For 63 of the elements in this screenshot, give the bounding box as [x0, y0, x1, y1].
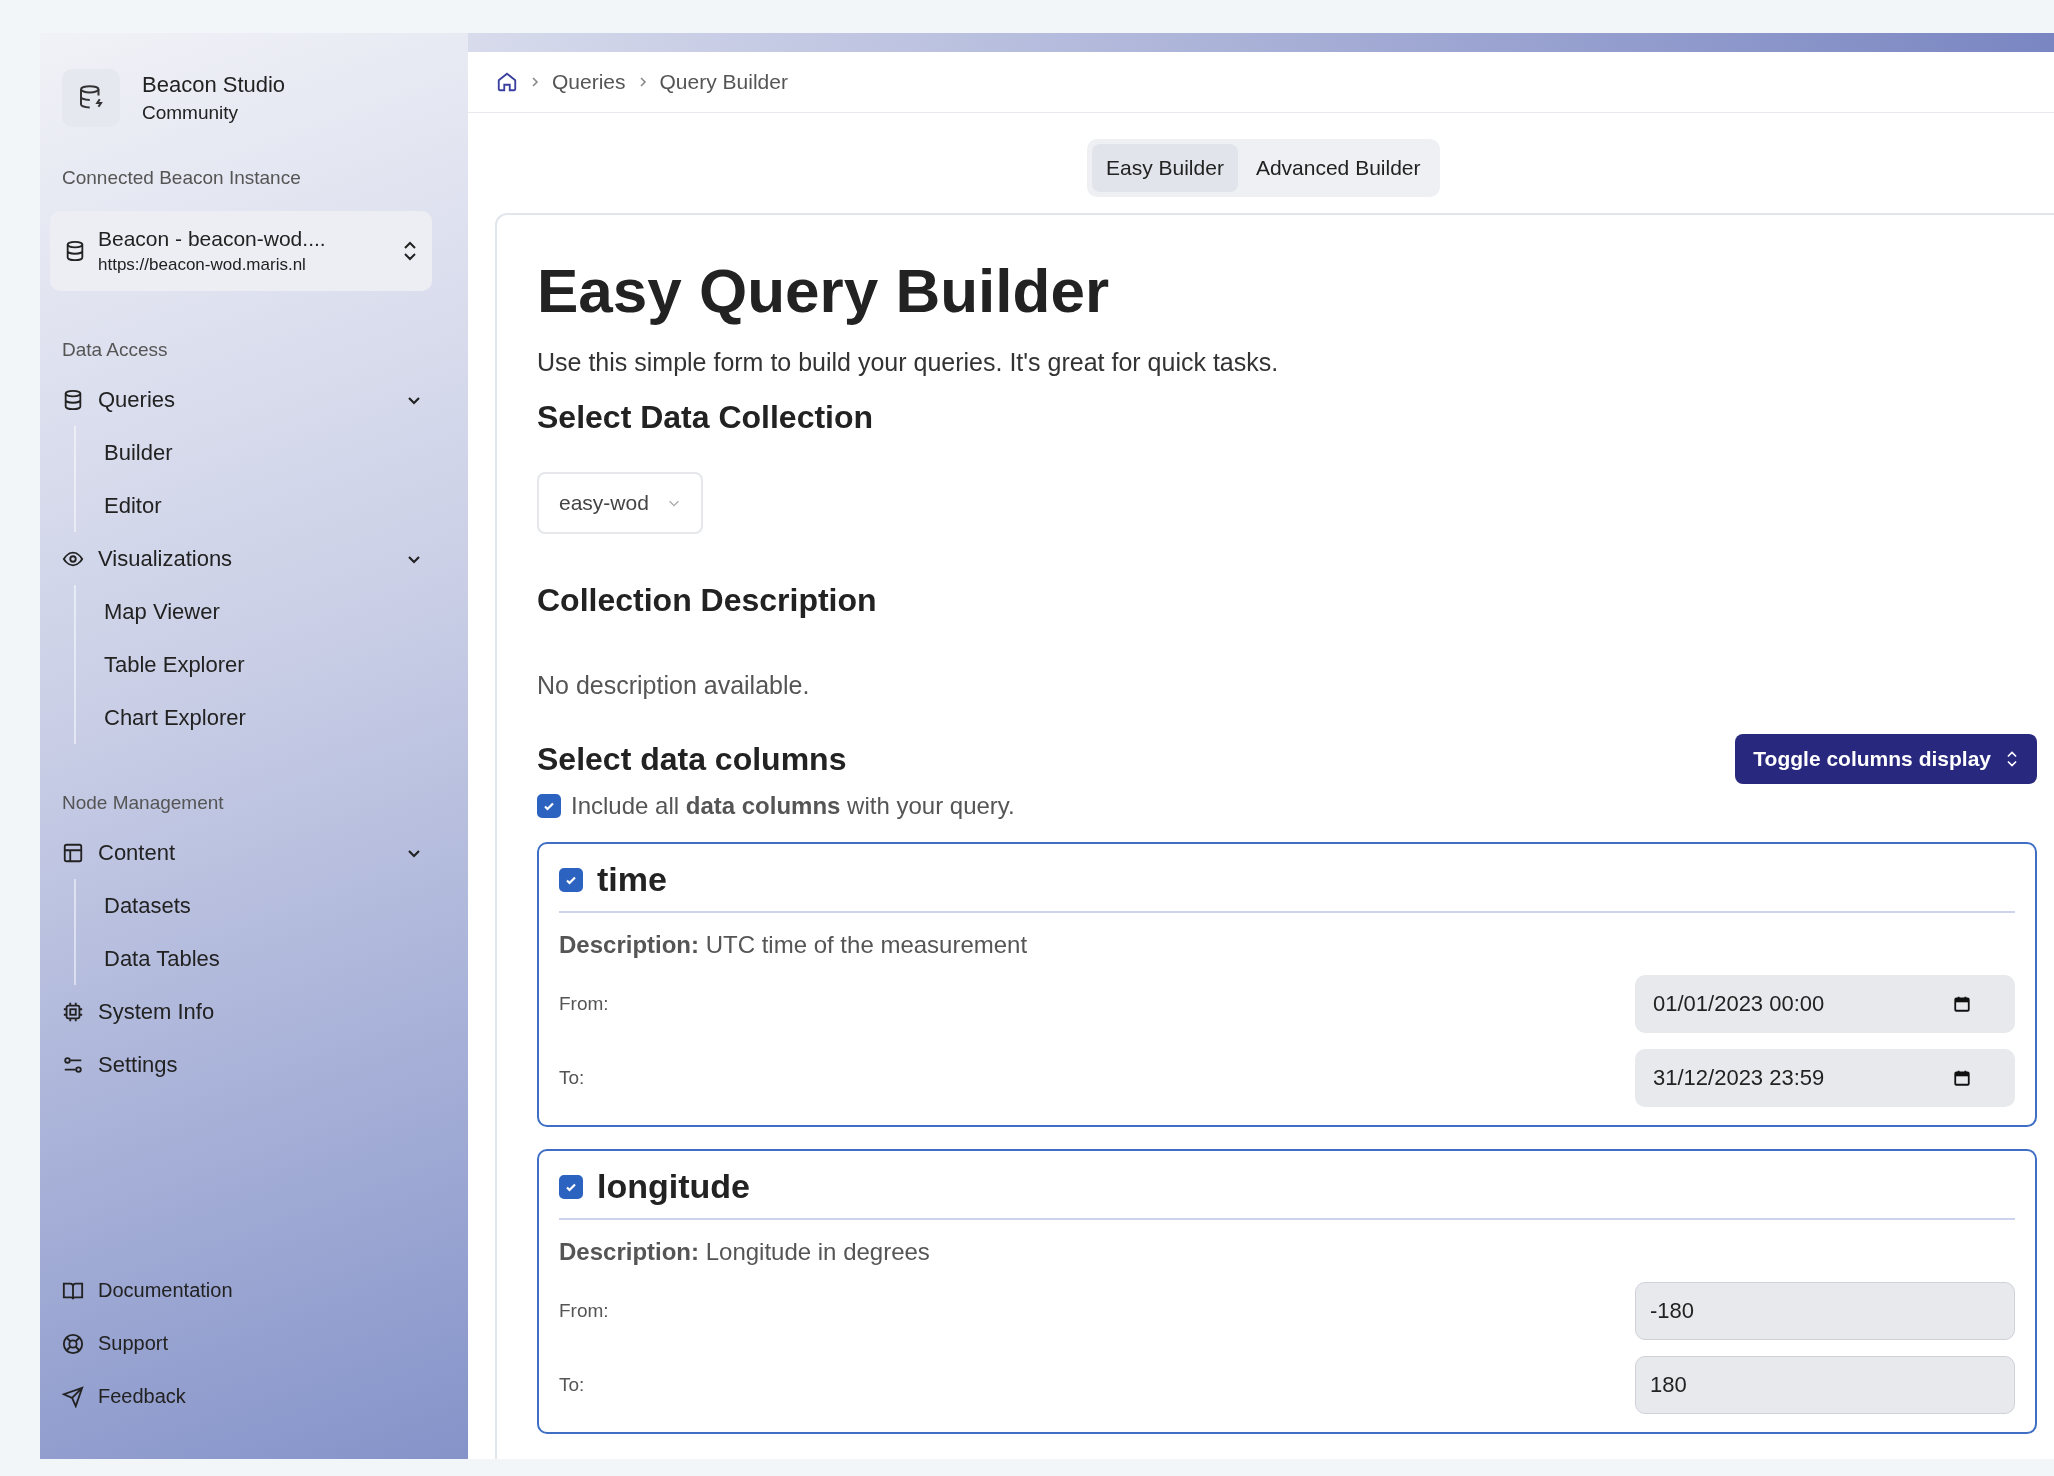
- lifebuoy-icon: [62, 1332, 84, 1355]
- footer-link[interactable]: Support: [62, 1317, 422, 1370]
- chevron-right-icon: [530, 76, 540, 88]
- column-description: Description: UTC time of the measurement: [559, 931, 1029, 959]
- to-input[interactable]: 180: [1635, 1356, 2015, 1414]
- nav-item[interactable]: System Info: [62, 985, 422, 1038]
- section-label: Connected Beacon Instance: [62, 167, 302, 189]
- calendar-icon[interactable]: [1953, 1069, 1971, 1087]
- collection-description: No description available.: [537, 671, 811, 700]
- to-label: To:: [559, 1067, 585, 1089]
- from-label: From:: [559, 1300, 609, 1322]
- table-icon: [62, 841, 84, 864]
- updown-icon: [402, 240, 418, 262]
- section-heading: Select Data Collection: [537, 399, 875, 436]
- home-icon[interactable]: [496, 71, 518, 93]
- nav-item[interactable]: Queries: [62, 373, 422, 426]
- calendar-icon[interactable]: [1953, 995, 1971, 1013]
- from-input[interactable]: 01/01/2023 00:00: [1635, 975, 2015, 1033]
- send-icon: [62, 1385, 84, 1408]
- instance-selector[interactable]: Beacon - beacon-wod.... https://beacon-wod.maris.nl: [50, 211, 432, 291]
- section-heading: Collection Description: [537, 582, 878, 619]
- app-edition: Community: [142, 102, 240, 124]
- tab[interactable]: Easy Builder: [1092, 144, 1238, 192]
- include-all-label: Include all data columns with your query.: [571, 792, 1015, 820]
- database-icon: [64, 240, 86, 262]
- to-input[interactable]: 31/12/2023 23:59: [1635, 1049, 2015, 1107]
- column-name: time: [597, 860, 667, 899]
- page-title: Easy Query Builder: [537, 255, 1111, 326]
- tab[interactable]: Advanced Builder: [1241, 144, 1435, 192]
- breadcrumb-link[interactable]: Queries: [552, 70, 626, 94]
- to-label: To:: [559, 1374, 585, 1396]
- footer-link[interactable]: Feedback: [62, 1370, 422, 1423]
- database-icon: [62, 388, 84, 411]
- toggle-columns-button[interactable]: Toggle columns display: [1735, 734, 2037, 784]
- page-subtitle: Use this simple form to build your queries. It's great for quick tasks.: [537, 348, 1280, 377]
- chip-icon: [62, 1000, 84, 1023]
- nav-subitem[interactable]: Map Viewer: [104, 585, 422, 638]
- checkbox[interactable]: [559, 1174, 583, 1199]
- nav-item[interactable]: Settings: [62, 1038, 422, 1091]
- checkbox[interactable]: [559, 867, 583, 892]
- checkbox[interactable]: [537, 794, 561, 818]
- nav-subitem[interactable]: Data Tables: [104, 932, 422, 985]
- chevron-right-icon: [637, 76, 648, 88]
- nav-subitem[interactable]: Editor: [104, 479, 422, 532]
- nav-item[interactable]: Content: [62, 826, 422, 879]
- collection-select[interactable]: easy-wod: [537, 472, 703, 534]
- nav-subitem[interactable]: Table Explorer: [104, 638, 422, 691]
- app-logo-icon: [62, 69, 120, 127]
- nav-subitem[interactable]: Chart Explorer: [104, 691, 422, 744]
- updown-icon: [2005, 750, 2019, 768]
- from-label: From:: [559, 993, 609, 1015]
- footer-link[interactable]: Documentation: [62, 1264, 422, 1317]
- app-name: Beacon Studio: [142, 72, 286, 98]
- breadcrumb-link[interactable]: Query Builder: [659, 70, 788, 94]
- section-label: Node Management: [62, 792, 225, 814]
- from-input[interactable]: -180: [1635, 1282, 2015, 1340]
- section-heading: Select data columns: [537, 740, 847, 778]
- column-description: Description: Longitude in degrees: [559, 1238, 931, 1266]
- nav-subitem[interactable]: Datasets: [104, 879, 422, 932]
- section-label: Data Access: [62, 339, 169, 361]
- nav-item[interactable]: Visualizations: [62, 532, 422, 585]
- nav-subitem[interactable]: Builder: [104, 426, 422, 479]
- column-name: longitude: [597, 1167, 750, 1206]
